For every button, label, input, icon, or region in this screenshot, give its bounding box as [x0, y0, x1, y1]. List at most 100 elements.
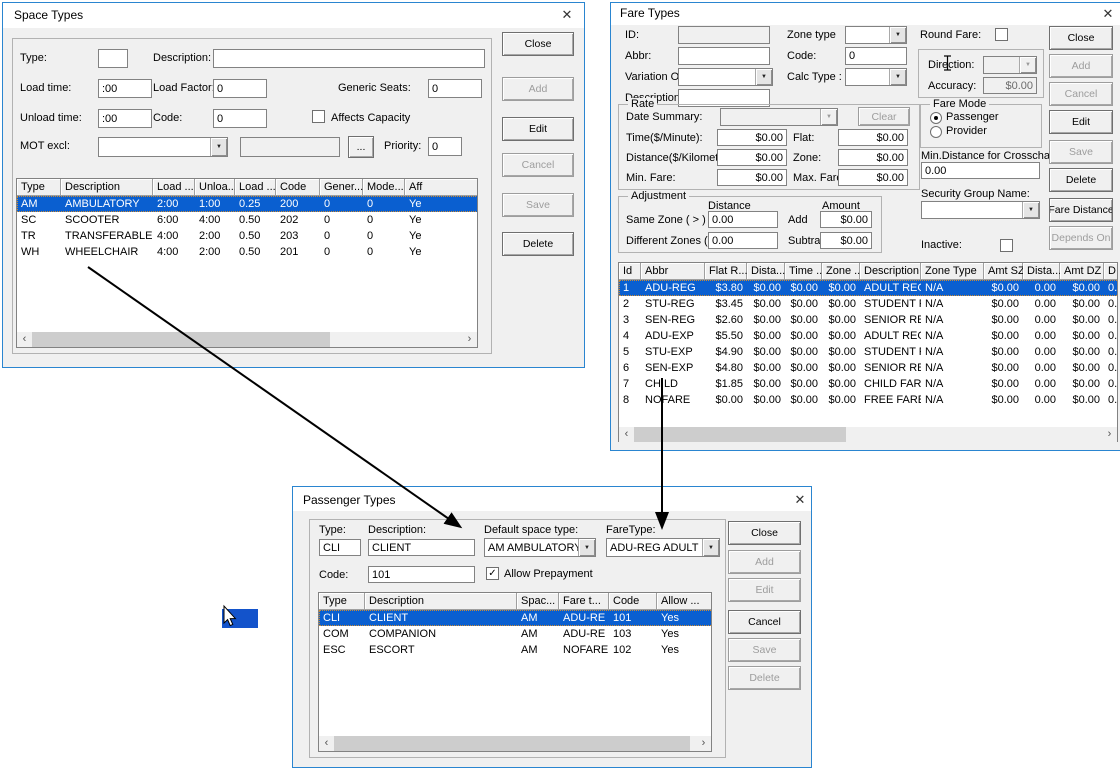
- table-row[interactable]: 4ADU-EXP$5.50$0.00$0.00$0.00ADULT REGUN/…: [619, 328, 1118, 344]
- zone-rate-field[interactable]: $0.00: [838, 149, 908, 166]
- close-button[interactable]: Close: [728, 521, 801, 545]
- provider-radio[interactable]: [930, 126, 942, 138]
- table-row[interactable]: SCSCOOTER6:004:000.5020200Ye: [17, 212, 478, 228]
- scroll-right-icon[interactable]: ›: [1102, 427, 1117, 442]
- type-field[interactable]: [98, 49, 128, 68]
- add-button[interactable]: Add: [1049, 54, 1113, 78]
- add-amount-field[interactable]: $0.00: [820, 211, 872, 228]
- column-header[interactable]: Zone ...: [822, 263, 860, 280]
- table-row[interactable]: 1ADU-REG$3.80$0.00$0.00$0.00ADULT REGUN/…: [619, 280, 1118, 296]
- column-header[interactable]: Amt SZ: [984, 263, 1023, 280]
- column-header[interactable]: Load ...: [235, 179, 276, 196]
- close-button[interactable]: Close: [1049, 26, 1113, 50]
- edit-button[interactable]: Edit: [1049, 110, 1113, 134]
- inactive-checkbox[interactable]: [1000, 239, 1013, 252]
- scroll-left-icon[interactable]: ‹: [619, 427, 634, 442]
- column-header[interactable]: Allow ...: [657, 593, 712, 610]
- default-space-type-select[interactable]: AM AMBULATORY ▼: [484, 538, 596, 557]
- description-field[interactable]: [213, 49, 485, 68]
- min-fare-field[interactable]: $0.00: [717, 169, 787, 186]
- column-header[interactable]: Load ...: [153, 179, 195, 196]
- cancel-button[interactable]: Cancel: [502, 153, 574, 177]
- column-header[interactable]: Description: [61, 179, 153, 196]
- ptype-field[interactable]: CLI: [319, 539, 361, 556]
- pcode-field[interactable]: 101: [368, 566, 475, 583]
- priority-field[interactable]: 0: [428, 137, 462, 156]
- cancel-button[interactable]: Cancel: [1049, 82, 1113, 106]
- scroll-right-icon[interactable]: ›: [696, 736, 711, 751]
- distance-rate-field[interactable]: $0.00: [717, 149, 787, 166]
- dropdown-arrow-icon[interactable]: ▼: [702, 539, 719, 556]
- save-button[interactable]: Save: [502, 193, 574, 217]
- min-distance-field[interactable]: 0.00: [921, 162, 1040, 179]
- column-header[interactable]: Description: [365, 593, 517, 610]
- column-header[interactable]: Fare t...: [559, 593, 609, 610]
- table-row[interactable]: 5STU-EXP$4.90$0.00$0.00$0.00STUDENT REN/…: [619, 344, 1118, 360]
- scroll-thumb[interactable]: [334, 736, 690, 751]
- table-row[interactable]: COMCOMPANIONAMADU-RE103Yes: [319, 626, 712, 642]
- table-row[interactable]: WHWHEELCHAIR4:002:000.5020100Ye: [17, 244, 478, 260]
- table-row[interactable]: ESCESCORTAMNOFARE102Yes: [319, 642, 712, 658]
- dropdown-arrow-icon[interactable]: ▼: [1022, 202, 1039, 218]
- subtract-amount-field[interactable]: $0.00: [820, 232, 872, 249]
- time-rate-field[interactable]: $0.00: [717, 129, 787, 146]
- max-fare-field[interactable]: $0.00: [838, 169, 908, 186]
- dropdown-arrow-icon[interactable]: ▼: [578, 539, 595, 556]
- column-header[interactable]: Time ...: [785, 263, 822, 280]
- abbr-field[interactable]: [678, 47, 770, 65]
- save-button[interactable]: Save: [728, 638, 801, 662]
- column-header[interactable]: Code: [609, 593, 657, 610]
- depends-on-button[interactable]: Depends On: [1049, 226, 1113, 250]
- column-header[interactable]: Abbr: [641, 263, 705, 280]
- dropdown-arrow-icon[interactable]: ▼: [755, 69, 772, 85]
- allow-prepayment-checkbox[interactable]: ✓: [486, 567, 499, 580]
- scroll-thumb[interactable]: [32, 332, 330, 347]
- dropdown-arrow-icon[interactable]: ▼: [889, 27, 906, 43]
- fare-types-table[interactable]: IdAbbrFlat R...Dista...Time ...Zone ...D…: [618, 262, 1118, 442]
- delete-button[interactable]: Delete: [728, 666, 801, 690]
- column-header[interactable]: Spac...: [517, 593, 559, 610]
- scroll-left-icon[interactable]: ‹: [17, 332, 32, 347]
- table-row[interactable]: 3SEN-REG$2.60$0.00$0.00$0.00SENIOR REGUN…: [619, 312, 1118, 328]
- fare-distance-button[interactable]: Fare Distance: [1049, 198, 1113, 222]
- table-row[interactable]: 8NOFARE$0.00$0.00$0.00$0.00FREE FAREN/A$…: [619, 392, 1118, 408]
- passenger-radio[interactable]: [930, 112, 942, 124]
- column-header[interactable]: Type: [17, 179, 61, 196]
- save-button[interactable]: Save: [1049, 140, 1113, 164]
- fare-type-select[interactable]: ADU-REG ADULT ▼: [606, 538, 720, 557]
- cancel-button[interactable]: Cancel: [728, 610, 801, 634]
- security-group-select[interactable]: ▼: [921, 201, 1040, 219]
- column-header[interactable]: Dista...: [1023, 263, 1060, 280]
- fare-types-titlebar[interactable]: [611, 3, 1120, 25]
- column-header[interactable]: Flat R...: [705, 263, 747, 280]
- table-row[interactable]: 7CHILD$1.85$0.00$0.00$0.00CHILD FAREN/A$…: [619, 376, 1118, 392]
- column-header[interactable]: Zone Type: [921, 263, 984, 280]
- scroll-right-icon[interactable]: ›: [462, 332, 477, 347]
- column-header[interactable]: Dista...: [747, 263, 785, 280]
- column-header[interactable]: Mode...: [363, 179, 405, 196]
- space-types-titlebar[interactable]: [3, 3, 584, 28]
- space-types-table[interactable]: TypeDescriptionLoad ...Unloa...Load ...C…: [16, 178, 478, 348]
- close-icon[interactable]: ✕: [556, 7, 578, 23]
- delete-button[interactable]: Delete: [1049, 168, 1113, 192]
- close-icon[interactable]: ✕: [790, 492, 810, 508]
- column-header[interactable]: D: [1104, 263, 1118, 280]
- calc-type-select[interactable]: ▼: [845, 68, 907, 86]
- table-row[interactable]: AMAMBULATORY2:001:000.2520000Ye: [17, 196, 478, 212]
- table-row[interactable]: 6SEN-EXP$4.80$0.00$0.00$0.00SENIOR REGUN…: [619, 360, 1118, 376]
- variation-of-select[interactable]: ▼: [678, 68, 773, 86]
- scroll-thumb[interactable]: [634, 427, 846, 442]
- dropdown-arrow-icon[interactable]: ▼: [889, 69, 906, 85]
- add-button[interactable]: Add: [502, 77, 574, 101]
- mot-excl-select[interactable]: ▼: [98, 137, 228, 157]
- table-row[interactable]: 2STU-REG$3.45$0.00$0.00$0.00STUDENT REN/…: [619, 296, 1118, 312]
- column-header[interactable]: Amt DZ: [1060, 263, 1104, 280]
- fare-code-field[interactable]: 0: [845, 47, 907, 65]
- edit-button[interactable]: Edit: [502, 117, 574, 141]
- column-header[interactable]: Code: [276, 179, 320, 196]
- generic-seats-field[interactable]: 0: [428, 79, 482, 98]
- column-header[interactable]: Type: [319, 593, 365, 610]
- clear-button[interactable]: Clear: [858, 107, 910, 126]
- same-zone-distance-field[interactable]: 0.00: [708, 211, 778, 228]
- affects-capacity-checkbox[interactable]: [312, 110, 325, 123]
